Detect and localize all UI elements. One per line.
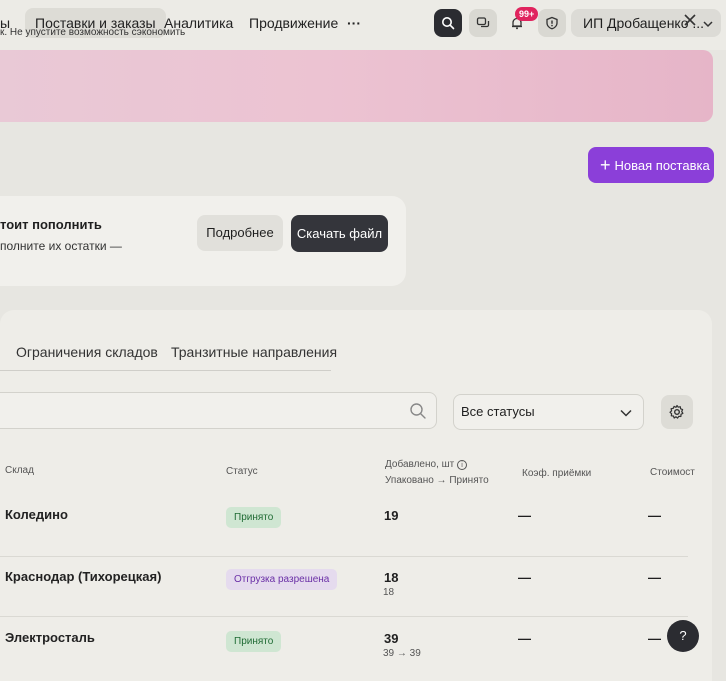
info-icon[interactable]: i	[457, 460, 468, 470]
new-supply-label: Новая поставка	[614, 158, 710, 173]
row-divider	[0, 616, 688, 617]
cost-value: —	[648, 508, 661, 523]
accepted-quantity: 18	[383, 587, 395, 598]
status-filter-select[interactable]: Все статусы	[453, 394, 644, 430]
chevron-down-icon	[701, 9, 715, 37]
tab-transit-directions[interactable]: Транзитные направления	[171, 344, 337, 360]
search-icon	[442, 17, 455, 30]
promo-banner	[0, 50, 713, 122]
table-row-warehouse[interactable]: Коледино	[5, 507, 68, 522]
cost-value: —	[648, 631, 661, 646]
card-title: тоит пополнить	[0, 217, 102, 232]
banner-text: к. Не упустите возможность сэкономить	[0, 27, 186, 38]
close-icon	[684, 14, 696, 26]
column-header-warehouse: Склад	[5, 465, 34, 476]
notifications-badge: 99+	[515, 7, 539, 21]
chat-icon	[476, 17, 490, 28]
status-badge: Принято	[226, 631, 282, 652]
help-button[interactable]: ?	[667, 620, 699, 652]
packed-accepted-quantity: 39 → 39	[383, 648, 421, 659]
column-header-cost: Стоимост	[650, 467, 695, 478]
support-button[interactable]	[538, 9, 566, 37]
added-quantity: 18	[384, 570, 399, 585]
supplies-panel	[0, 310, 712, 681]
status-badge: Принято	[226, 507, 282, 528]
chat-button[interactable]	[469, 9, 497, 37]
coef-value: —	[518, 631, 531, 646]
column-header-coef: Коэф. приёмки	[522, 468, 592, 479]
nav-more-menu[interactable]: ···	[337, 8, 371, 38]
table-row-warehouse[interactable]: Краснодар (Тихорецкая)	[5, 569, 161, 584]
coef-value: —	[518, 570, 531, 585]
status-filter-value: Все статусы	[461, 404, 535, 419]
table-settings-button[interactable]	[661, 395, 693, 429]
top-navigation: ы Поставки и заказы Аналитика Продвижени…	[0, 0, 726, 50]
new-supply-button[interactable]: + Новая поставка	[588, 147, 714, 183]
shield-alert-icon	[546, 16, 558, 30]
nav-item-promotion[interactable]: Продвижение	[239, 8, 348, 38]
row-divider	[0, 556, 688, 557]
search-input[interactable]	[0, 392, 437, 429]
cost-value: —	[648, 570, 661, 585]
more-info-button[interactable]: Подробнее	[197, 215, 283, 251]
column-header-added: Добавлено, шт i	[385, 459, 468, 470]
tabs-divider	[0, 370, 331, 371]
column-header-added-label: Добавлено, шт	[385, 459, 455, 470]
card-subtitle: полните их остатки —	[0, 239, 122, 253]
added-quantity: 19	[384, 508, 399, 523]
status-badge: Отгрузка разрешена	[226, 569, 338, 590]
search-icon[interactable]	[409, 402, 427, 420]
gear-icon	[669, 404, 684, 419]
search-button[interactable]	[434, 9, 462, 37]
table-row-warehouse[interactable]: Электросталь	[5, 630, 95, 645]
column-header-packed-accepted: Упаковано → Принято	[385, 475, 489, 486]
chevron-down-icon	[619, 395, 633, 429]
plus-icon: +	[600, 155, 611, 175]
tab-warehouse-limits[interactable]: Ограничения складов	[16, 344, 158, 360]
banner-close-button[interactable]	[681, 11, 699, 29]
coef-value: —	[518, 508, 531, 523]
column-header-status: Статус	[226, 466, 258, 477]
added-quantity: 39	[384, 631, 399, 646]
download-file-button[interactable]: Скачать файл	[291, 215, 388, 252]
